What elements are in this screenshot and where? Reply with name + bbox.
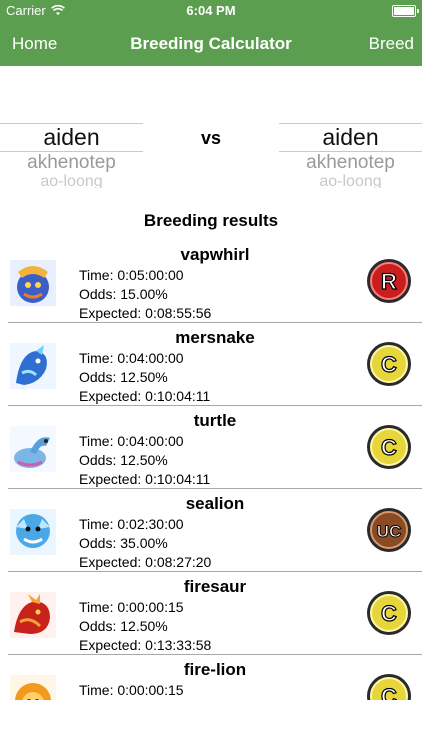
result-name: fire-lion xyxy=(183,660,247,679)
rarity-uncommon-badge-icon: UC xyxy=(367,508,411,552)
result-name: vapwhirl xyxy=(180,245,250,264)
result-time: Time: 0:04:00:00 xyxy=(79,433,184,449)
vs-label: vs xyxy=(200,128,222,148)
result-expected: Expected: 0:08:55:56 xyxy=(79,305,212,321)
result-expected: Expected: 0:10:04:11 xyxy=(79,388,211,404)
rarity-letter: UC xyxy=(377,522,402,541)
rarity-common-badge-icon: C xyxy=(367,425,411,469)
result-odds: Odds: 12.50% xyxy=(79,618,168,634)
result-name: firesaur xyxy=(183,577,247,596)
rarity-letter: R xyxy=(381,269,397,294)
battery-icon xyxy=(392,5,419,17)
picker-option[interactable]: ao-loong xyxy=(0,173,143,188)
result-expected: Expected: 0:10:04:11 xyxy=(79,471,211,487)
result-name: turtle xyxy=(193,411,237,430)
result-row[interactable]: mersnake Time: 0:04:00:00 Odds: 12.50% E… xyxy=(8,323,422,406)
firesaur-thumbnail xyxy=(10,592,56,638)
results-list[interactable]: vapwhirl Time: 0:05:00:00 Odds: 15.00% E… xyxy=(0,240,422,700)
result-time: Time: 0:05:00:00 xyxy=(79,267,184,283)
picker-selected-value[interactable]: aiden xyxy=(0,124,143,151)
result-odds: Odds: 12.50% xyxy=(79,452,168,468)
result-odds: Odds: 35.00% xyxy=(79,535,168,551)
result-row[interactable]: sealion Time: 0:02:30:00 Odds: 35.00% Ex… xyxy=(8,489,422,572)
picker-option[interactable]: akhenotep xyxy=(0,152,143,174)
result-odds: Odds: 15.00% xyxy=(79,286,168,302)
picker-selected-value[interactable]: aiden xyxy=(279,124,422,151)
status-bar: Carrier 6:04 PM xyxy=(0,0,422,22)
rarity-common-badge-icon: C xyxy=(367,342,411,386)
status-time: 6:04 PM xyxy=(186,3,236,18)
bottom-blank-area xyxy=(0,700,422,750)
result-time: Time: 0:00:00:15 xyxy=(79,599,184,615)
result-expected: Expected: 0:13:33:58 xyxy=(79,637,212,653)
rarity-common-badge-icon: C xyxy=(367,591,411,635)
result-time: Time: 0:04:00:00 xyxy=(79,350,184,366)
turtle-thumbnail xyxy=(10,426,56,472)
breed-button[interactable]: Breed xyxy=(369,34,414,54)
picker-option[interactable]: ao-loong xyxy=(279,173,422,188)
rarity-letter: C xyxy=(381,601,397,626)
result-name: mersnake xyxy=(175,328,255,347)
result-row[interactable]: fire-lion Time: 0:00:00:15 C xyxy=(8,655,422,700)
result-row[interactable]: turtle Time: 0:04:00:00 Odds: 12.50% Exp… xyxy=(8,406,422,489)
parent-b-picker[interactable]: aiden akhenotep ao-loong xyxy=(279,118,422,188)
result-row[interactable]: firesaur Time: 0:00:00:15 Odds: 12.50% E… xyxy=(8,572,422,655)
rarity-letter: C xyxy=(381,684,397,700)
parent-a-picker[interactable]: aiden akhenotep ao-loong xyxy=(0,118,143,188)
result-expected: Expected: 0:08:27:20 xyxy=(79,554,212,570)
mersnake-thumbnail xyxy=(10,343,56,389)
rarity-letter: C xyxy=(381,352,397,377)
rarity-rare-badge-icon: R xyxy=(367,259,411,303)
sealion-thumbnail xyxy=(10,509,56,555)
rarity-common-badge-icon: C xyxy=(367,674,411,700)
result-row[interactable]: vapwhirl Time: 0:05:00:00 Odds: 15.00% E… xyxy=(8,240,422,323)
result-name: sealion xyxy=(185,494,245,513)
page-title: Breeding Calculator xyxy=(130,34,292,53)
result-time: Time: 0:00:00:15 xyxy=(79,682,184,698)
result-time: Time: 0:02:30:00 xyxy=(79,516,184,532)
rarity-letter: C xyxy=(381,435,397,460)
result-odds: Odds: 12.50% xyxy=(79,369,168,385)
navigation-bar: Home Breeding Calculator Breed xyxy=(0,22,422,66)
vapwhirl-thumbnail xyxy=(10,260,56,306)
results-title: Breeding results xyxy=(143,211,279,230)
picker-option[interactable]: akhenotep xyxy=(279,152,422,174)
